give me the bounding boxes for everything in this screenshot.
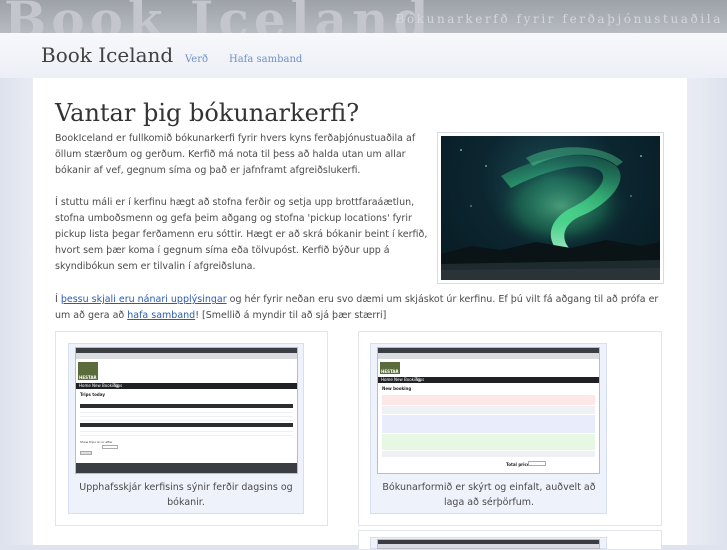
mini-addressbar xyxy=(76,353,297,359)
mini-section-title: New booking xyxy=(382,386,412,391)
mini-form-block-red xyxy=(382,395,595,405)
nav-link-pricing[interactable]: Verð xyxy=(185,54,208,65)
page-heading: Vantar þig bókunarkerfi? xyxy=(55,99,360,127)
mini-form-block-green xyxy=(382,434,595,450)
intro-paragraph: BookIceland er fullkomið bókunarkerfi fy… xyxy=(55,133,416,176)
site-title-link[interactable]: Book Iceland xyxy=(41,43,173,67)
mini-table-header-1 xyxy=(80,404,293,408)
mini-table-rows-1 xyxy=(80,409,293,421)
aurora-illustration xyxy=(441,147,660,280)
mini-table-rows-2 xyxy=(80,428,293,438)
mini-brand: HESTAR xyxy=(381,369,399,374)
banner-tagline: Bókunarkerfð fyrir ferðaþjónustuaðila xyxy=(395,12,723,26)
mini-filter-label: Show trips on or after xyxy=(80,440,113,444)
screenshot-booking[interactable]: HESTAR Home New Booking Trips New bookin… xyxy=(377,347,600,474)
screenshot-home[interactable]: HESTAR Home New Booking Trips Trips toda… xyxy=(75,347,298,474)
document-link[interactable]: þessu skjali eru nánari upplýsingar xyxy=(61,294,227,305)
mini-footer xyxy=(76,463,297,473)
screenshot-third[interactable] xyxy=(377,539,600,549)
mini-nav-home: Home xyxy=(381,377,393,382)
mini-section-title: Trips today xyxy=(80,392,105,397)
mini-filter-button xyxy=(80,451,92,455)
mini-date-input xyxy=(102,445,118,449)
mini-table-header-2 xyxy=(80,423,293,427)
mini-nav-home: Home xyxy=(79,383,91,388)
info-suffix: ! [Smellið á myndir til að sjá þær stærr… xyxy=(195,310,387,321)
summary-paragraph: Í stuttu máli er í kerfinu hægt að stofn… xyxy=(55,197,428,272)
aurora-image xyxy=(441,136,660,280)
aurora-image-frame xyxy=(437,132,664,284)
nav-link-contact[interactable]: Hafa samband xyxy=(229,54,302,65)
mini-form-block-payment xyxy=(382,451,595,457)
mini-form-block-blue xyxy=(382,415,595,433)
mini-form-block-grey xyxy=(382,406,595,414)
info-paragraph: Í þessu skjali eru nánari upplýsingar og… xyxy=(55,292,675,324)
site-header: Book Iceland Verð Hafa samband xyxy=(0,33,727,78)
caption-home: Upphafsskjár kerfisins sýnir ferðir dags… xyxy=(79,482,293,508)
mini-nav-trips: Trips xyxy=(113,383,123,388)
caption-booking: Bókunarformið er skýrt og einfalt, auðve… xyxy=(382,482,596,508)
mini-brand: HESTAR xyxy=(79,375,97,380)
mini-nav-trips: Trips xyxy=(415,377,425,382)
mini-addressbar xyxy=(378,353,599,359)
contact-link[interactable]: hafa samband xyxy=(127,310,195,321)
banner-logo-text: Book Iceland xyxy=(4,0,434,33)
site-banner: Book Iceland Bókunarkerfð fyrir ferðaþjó… xyxy=(0,0,727,33)
mini-total-input xyxy=(528,461,546,466)
